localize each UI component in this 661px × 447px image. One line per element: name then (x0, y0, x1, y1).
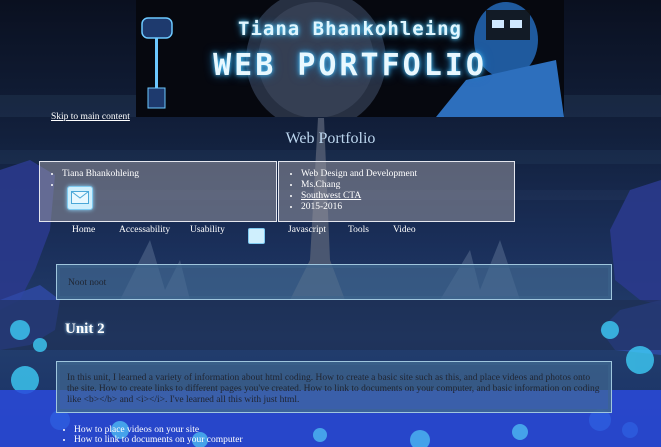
page-title: Web Portfolio (285, 130, 376, 147)
skip-to-main-link[interactable]: Skip to main content (51, 112, 130, 122)
unit-heading: Unit 2 (65, 321, 105, 337)
nav-home[interactable]: Home (72, 225, 95, 235)
school-link[interactable]: Southwest CTA (301, 191, 361, 201)
unit-topics-list: How to place videos on your site How to … (60, 425, 243, 445)
student-info-box: Tiana Bhankohleing (39, 161, 277, 222)
nav-javascript[interactable]: Javascript (288, 225, 326, 235)
banner-name: Tiana Bhankohleing (238, 18, 462, 40)
teacher-name: Ms.Chang (301, 180, 514, 191)
course-info-box: Web Design and Development Ms.Chang Sout… (278, 161, 515, 222)
main-nav: Home Accessability Usability Javascript … (0, 225, 661, 239)
header-banner: Tiana Bhankohleing WEB PORTFOLIO (136, 0, 564, 117)
envelope-icon (71, 191, 89, 204)
note-panel: Noot noot (56, 264, 612, 300)
student-name: Tiana Bhankohleing (62, 169, 276, 180)
contact-list-item (62, 180, 276, 191)
banner-title: WEB PORTFOLIO (213, 48, 487, 83)
unit-panel: In this unit, I learned a variety of inf… (56, 361, 612, 413)
mail-button[interactable] (67, 186, 93, 210)
nav-accessability[interactable]: Accessability (119, 225, 170, 235)
nav-mail-icon[interactable] (248, 228, 265, 244)
nav-tools[interactable]: Tools (348, 225, 369, 235)
school-years: 2015-2016 (301, 202, 514, 213)
note-text: Noot noot (68, 278, 107, 288)
unit-body-text: In this unit, I learned a variety of inf… (67, 373, 600, 405)
nav-usability[interactable]: Usability (190, 225, 225, 235)
list-item: How to link to documents on your compute… (74, 435, 243, 445)
course-name: Web Design and Development (301, 169, 514, 180)
nav-video[interactable]: Video (393, 225, 416, 235)
list-item: How to place videos on your site (74, 425, 243, 435)
